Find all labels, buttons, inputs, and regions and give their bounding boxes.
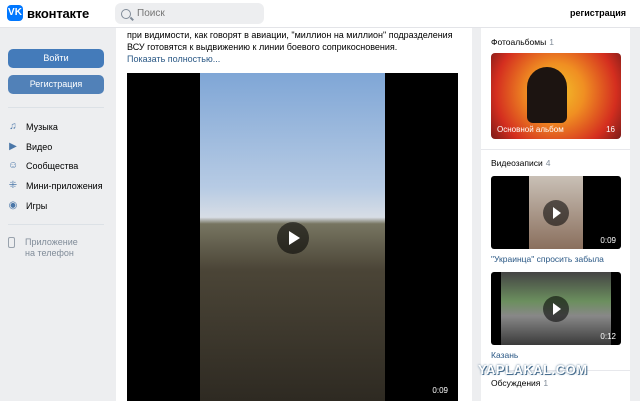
video-thumbnail[interactable]: 0:09 <box>491 176 621 249</box>
album-count: 16 <box>606 125 615 134</box>
show-more-link[interactable]: Показать полностью... <box>127 54 220 64</box>
vk-logo-icon: VK <box>7 5 23 21</box>
photo-albums-count: 1 <box>549 37 554 47</box>
album-thumbnail[interactable]: Основной альбом 16 <box>491 53 621 139</box>
sidebar-item-mobile-app[interactable]: Приложение на телефон <box>8 237 78 259</box>
videos-count: 4 <box>545 158 551 168</box>
sidebar-divider <box>8 224 104 225</box>
sidebar-item-label: Музыка <box>26 122 58 132</box>
left-sidebar: Войти Регистрация ♫ Музыка ▶ Видео ☺ Соо… <box>0 28 112 401</box>
sidebar-item-communities[interactable]: ☺ Сообщества <box>8 160 79 172</box>
album-name: Основной альбом <box>497 125 564 134</box>
video-caption[interactable]: "Украинца" спросить забыла <box>491 254 604 264</box>
sidebar-item-video[interactable]: ▶ Видео <box>8 141 53 153</box>
sidebar-divider <box>8 107 104 108</box>
discussions-count: 1 <box>543 378 549 388</box>
discussions-header[interactable]: Обсуждения 1 <box>491 378 548 388</box>
sidebar-item-music[interactable]: ♫ Музыка <box>8 121 58 133</box>
header-register-link[interactable]: регистрация <box>570 8 626 18</box>
sidebar-item-label: Видео <box>26 142 53 152</box>
sidebar-item-label: Сообщества <box>26 161 79 171</box>
video-icon: ▶ <box>9 141 17 152</box>
photo-albums-header[interactable]: Фотоальбомы 1 <box>491 37 554 47</box>
videos-header[interactable]: Видеозаписи 4 <box>491 158 550 168</box>
sidebar-item-label: Мини-приложения <box>26 181 103 191</box>
apps-icon: ⁜ <box>8 180 18 191</box>
vk-logo[interactable]: VK вконтакте <box>7 5 89 21</box>
search-input[interactable] <box>137 8 257 19</box>
communities-icon: ☺ <box>8 160 19 171</box>
play-icon[interactable] <box>277 222 309 254</box>
video-duration: 0:09 <box>600 236 616 245</box>
sidebar-item-apps[interactable]: ⁜ Мини-приложения <box>8 180 103 192</box>
music-icon: ♫ <box>9 121 17 132</box>
photo-albums-title: Фотоальбомы <box>491 37 547 47</box>
right-sidebar: Фотоальбомы 1 Основной альбом 16 Видеозап… <box>481 28 630 401</box>
section-divider <box>481 149 630 150</box>
watermark-logo: YAPLAKAL.COM <box>478 362 588 377</box>
post-card: при видимости, как говорят в авиации, "м… <box>116 28 472 401</box>
play-icon <box>543 296 569 322</box>
search-box[interactable] <box>115 3 264 24</box>
top-header: VK вконтакте регистрация <box>0 0 640 28</box>
play-icon <box>543 200 569 226</box>
post-video-player[interactable]: 0:09 <box>127 73 458 401</box>
video-duration: 0:12 <box>600 332 616 341</box>
video-duration: 0:09 <box>432 386 448 395</box>
video-caption[interactable]: Казань <box>491 350 518 360</box>
games-icon: ◉ <box>8 200 18 211</box>
logo-text: вконтакте <box>27 5 90 21</box>
videos-title: Видеозаписи <box>491 158 543 168</box>
login-button[interactable]: Войти <box>8 49 104 68</box>
discussions-title: Обсуждения <box>491 378 541 388</box>
sidebar-item-label: Игры <box>26 201 48 211</box>
register-button[interactable]: Регистрация <box>8 75 104 94</box>
app-line-1: Приложение <box>25 237 78 247</box>
app-line-2: на телефон <box>25 248 74 258</box>
sidebar-item-games[interactable]: ◉ Игры <box>8 200 48 212</box>
album-figure <box>527 67 567 123</box>
search-icon <box>121 8 131 19</box>
video-thumbnail[interactable]: 0:12 <box>491 272 621 345</box>
post-text: при видимости, как говорят в авиации, "м… <box>127 30 453 52</box>
phone-icon <box>8 237 15 248</box>
